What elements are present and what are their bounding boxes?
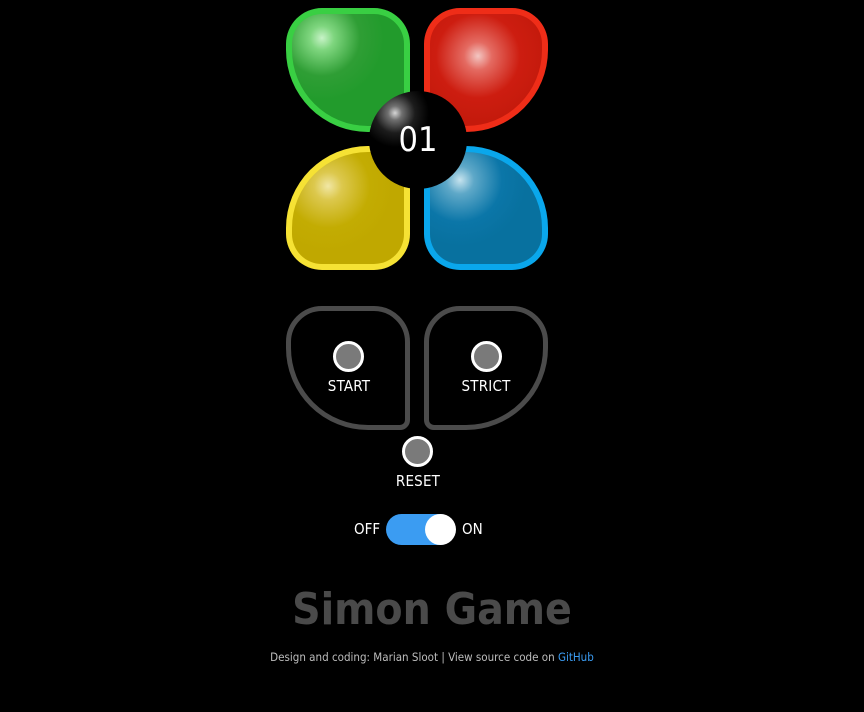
simon-game-page: 01 START STRICT RESET OFF ON Simon Game … [0,0,864,712]
counter-display: 01 [369,91,467,189]
strict-label: STRICT [461,377,511,395]
strict-button[interactable] [471,341,502,372]
power-toggle-knob [425,514,456,545]
start-label: START [327,377,371,395]
footer: Design and coding: Marian Sloot | View s… [182,650,682,664]
footer-credit: Design and coding: Marian Sloot | View s… [270,650,555,664]
counter-value: 01 [398,120,438,160]
reset-label: RESET [395,472,441,490]
power-on-label: ON [462,520,483,538]
reset-button[interactable] [402,436,433,467]
start-button[interactable] [333,341,364,372]
power-off-label: OFF [354,520,381,538]
github-link[interactable]: GitHub [558,650,594,664]
page-title: Simon Game [292,584,572,635]
power-toggle[interactable] [386,514,456,545]
